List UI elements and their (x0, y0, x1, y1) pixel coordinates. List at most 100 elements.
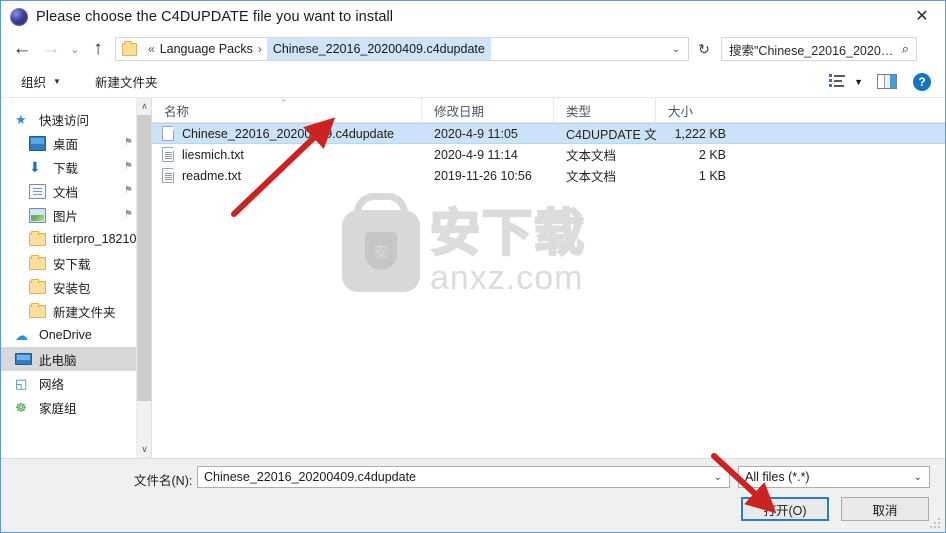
scroll-up-icon[interactable]: ∧ (137, 98, 151, 115)
cinema4d-sphere-icon (10, 7, 28, 26)
sidebar-item-4[interactable]: 图片 ⚑ (1, 203, 151, 227)
sidebar-item-label: 图片 (53, 209, 79, 224)
search-input-text: 搜索"Chinese_22016_20200… (729, 43, 895, 58)
folder-icon (122, 40, 137, 56)
sidebar-item-11[interactable]: ◱ 网络 (1, 371, 151, 395)
sidebar-item-8[interactable]: 新建文件夹 (1, 299, 151, 323)
column-header-size[interactable]: 大小 (656, 98, 736, 123)
sidebar-item-0[interactable]: ★ 快速访问 (1, 107, 151, 131)
sidebar-item-label: 文档 (53, 185, 79, 200)
sidebar-item-5[interactable]: titlerpro_18210 (1, 227, 151, 251)
chevron-down-icon: ▼ (53, 77, 61, 86)
file-type-filter-select[interactable]: All files (*.*) ⌄ (738, 466, 930, 488)
breadcrumb-parent[interactable]: Language Packs (160, 42, 253, 56)
sidebar-item-label: 新建文件夹 (53, 305, 116, 320)
sidebar-item-3[interactable]: 文档 ⚑ (1, 179, 151, 203)
new-folder-button[interactable]: 新建文件夹 (89, 70, 164, 94)
folder-icon (29, 303, 46, 318)
file-type-filter-value: All files (*.*) (745, 470, 810, 484)
sidebar-item-9[interactable]: ☁ OneDrive (1, 323, 151, 347)
sidebar-item-12[interactable]: ☸ 家庭组 (1, 395, 151, 419)
sidebar-item-label: 家庭组 (39, 401, 77, 416)
pictures-icon (29, 207, 46, 223)
title-bar: Please choose the C4DUPDATE file you wan… (1, 1, 945, 32)
star-icon: ★ (15, 111, 27, 127)
column-header-date[interactable]: 修改日期 (422, 98, 554, 123)
resize-grip[interactable] (930, 518, 942, 530)
recent-locations-chevron-down-icon[interactable]: ⌄ (65, 34, 85, 64)
column-header-name-label: 名称 (164, 104, 190, 119)
file-name-label: readme.txt (182, 168, 242, 183)
sidebar-item-label: 此电脑 (39, 353, 77, 368)
table-row[interactable]: readme.txt 2019-11-26 10:56 文本文档 1 KB (152, 165, 945, 186)
address-bar[interactable]: « Language Packs › Chinese_22016_2020040… (115, 37, 689, 61)
sidebar-item-7[interactable]: 安装包 (1, 275, 151, 299)
address-chevron-down-icon[interactable]: ⌄ (664, 44, 688, 55)
breadcrumb-overflow[interactable]: « (143, 42, 160, 56)
file-date-cell: 2020-4-9 11:05 (434, 126, 518, 141)
close-icon[interactable]: ✕ (899, 1, 945, 32)
view-controls: ▼ ? (829, 72, 945, 91)
back-icon[interactable]: ← (7, 34, 37, 64)
file-size-cell: 1 KB (698, 168, 726, 183)
file-list-pane: 名称 ⌃ 修改日期 类型 大小 Chinese_22016_20200409.c… (152, 98, 945, 458)
file-rows: Chinese_22016_20200409.c4dupdate 2020-4-9… (152, 123, 945, 186)
search-icon[interactable]: ⌕ (895, 41, 916, 57)
network-icon: ◱ (15, 375, 28, 391)
folder-icon (29, 231, 46, 246)
table-row[interactable]: Chinese_22016_20200409.c4dupdate 2020-4-9… (152, 123, 945, 144)
filename-input-value: Chinese_22016_20200409.c4dupdate (204, 470, 416, 484)
view-chevron-down-icon[interactable]: ▼ (854, 77, 863, 87)
documents-icon (29, 183, 46, 199)
watermark-chinese-text: 安下载 (429, 205, 586, 262)
filename-input[interactable]: Chinese_22016_20200409.c4dupdate ⌄ (197, 466, 730, 488)
sidebar-item-10[interactable]: 此电脑 (1, 347, 151, 371)
filter-chevron-down-icon[interactable]: ⌄ (907, 472, 929, 483)
scroll-down-icon[interactable]: ∨ (137, 441, 151, 458)
text-file-icon (162, 147, 174, 162)
sidebar-item-label: titlerpro_18210 (53, 232, 137, 246)
breadcrumb-separator-icon: › (257, 42, 262, 56)
file-size-cell: 1,222 KB (674, 126, 726, 141)
sidebar-item-1[interactable]: 桌面 ⚑ (1, 131, 151, 155)
file-date-cell: 2019-11-26 10:56 (434, 168, 532, 183)
sidebar-item-label: 快速访问 (39, 113, 90, 128)
sidebar-list: ★ 快速访问 桌面 ⚑ ⬇ 下载 ⚑ 文档 ⚑ 图片 ⚑ titlerpro_18210 安下载 安装包新… (1, 98, 151, 419)
sidebar-item-6[interactable]: 安下载 (1, 251, 151, 275)
blank-file-icon (162, 126, 174, 141)
pin-icon[interactable]: ⚑ (124, 161, 133, 173)
folder-icon (29, 279, 46, 294)
sidebar-item-2[interactable]: ⬇ 下载 ⚑ (1, 155, 151, 179)
file-name-cell: readme.txt (152, 168, 422, 183)
cancel-button[interactable]: 取消 (841, 497, 929, 521)
change-view-icon[interactable] (829, 74, 846, 89)
folder-icon (29, 255, 46, 270)
organize-button[interactable]: 组织 ▼ (15, 70, 67, 94)
filename-label: 文件名(N): (134, 474, 193, 488)
up-icon[interactable]: ↑ (85, 34, 111, 64)
forward-icon[interactable]: → (37, 34, 65, 64)
watermark: 安 安下载 anxz.com (342, 205, 586, 296)
file-type-cell: C4DUPDATE 文件 (566, 128, 656, 142)
filename-chevron-down-icon[interactable]: ⌄ (707, 472, 729, 483)
column-header-name[interactable]: 名称 ⌃ (152, 98, 422, 123)
column-header-type[interactable]: 类型 (554, 98, 656, 123)
pin-icon[interactable]: ⚑ (124, 185, 133, 197)
preview-pane-icon[interactable] (877, 74, 897, 89)
open-button[interactable]: 打开(O) (741, 497, 829, 521)
sidebar-scrollbar[interactable]: ∧ ∨ (136, 98, 151, 458)
table-row[interactable]: liesmich.txt 2020-4-9 11:14 文本文档 2 KB (152, 144, 945, 165)
sidebar-item-label: 桌面 (53, 137, 79, 152)
refresh-icon[interactable]: ↻ (691, 37, 717, 61)
scrollbar-thumb[interactable] (137, 115, 151, 401)
pin-icon[interactable]: ⚑ (124, 137, 133, 149)
search-input[interactable]: 搜索"Chinese_22016_20200… ⌕ (721, 37, 917, 61)
sidebar-item-label: OneDrive (39, 328, 92, 342)
onedrive-icon: ☁ (15, 327, 28, 343)
file-type-cell: 文本文档 (566, 149, 617, 163)
breadcrumb-current[interactable]: Chinese_22016_20200409.c4dupdate (266, 38, 491, 60)
pin-icon[interactable]: ⚑ (124, 209, 133, 221)
file-name-cell: Chinese_22016_20200409.c4dupdate (152, 126, 422, 141)
help-icon[interactable]: ? (913, 72, 931, 91)
watermark-logo-icon: 安 (342, 210, 420, 292)
